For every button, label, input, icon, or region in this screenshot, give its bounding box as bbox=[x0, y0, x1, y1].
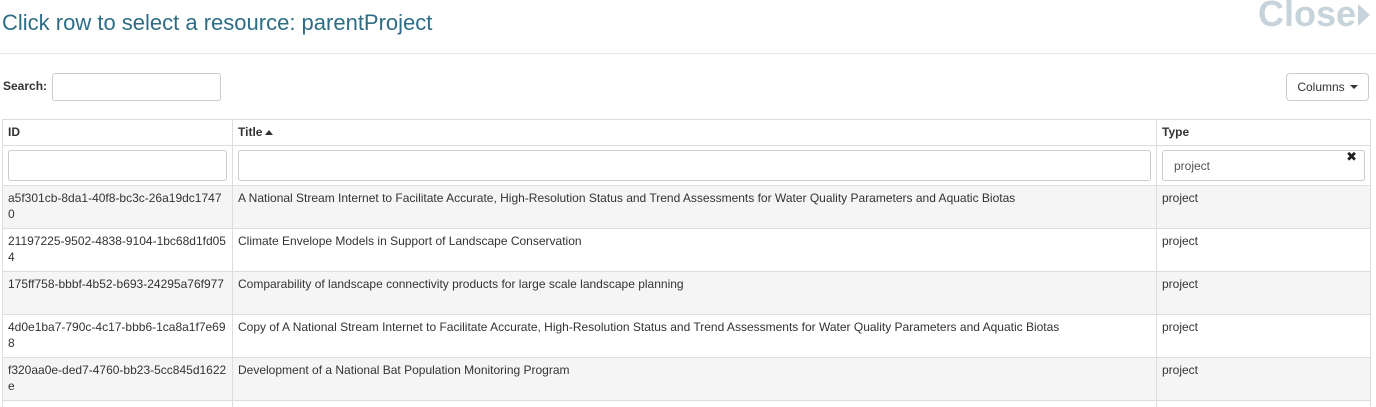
cell-id bbox=[2, 400, 233, 407]
cell-title: A National Stream Internet to Facilitate… bbox=[232, 185, 1157, 229]
cell-type bbox=[1156, 400, 1371, 407]
column-header-type[interactable]: Type bbox=[1156, 119, 1371, 146]
column-header-id-label: ID bbox=[8, 125, 20, 139]
column-header-type-label: Type bbox=[1162, 125, 1190, 139]
search-label: Search: bbox=[3, 79, 48, 93]
table-row[interactable]: f320aa0e-ded7-4760-bb23-5cc845d1622e Dev… bbox=[2, 357, 1371, 401]
resource-table: ID Title Type ✖ a5f301cb-8da1-40f8-bc3c-… bbox=[2, 119, 1371, 407]
cell-title bbox=[232, 400, 1157, 407]
header-divider bbox=[0, 53, 1376, 54]
sort-ascending-icon bbox=[265, 130, 274, 135]
filter-row: ✖ bbox=[2, 145, 1371, 186]
table-row[interactable]: 21197225-9502-4838-9104-1bc68d1fd054 Cli… bbox=[2, 228, 1371, 272]
cell-type: project bbox=[1156, 271, 1371, 315]
close-button-label: Close bbox=[1257, 0, 1356, 34]
cell-id: 175ff758-bbbf-4b52-b693-24295a76f977 bbox=[2, 271, 233, 315]
search-input[interactable] bbox=[52, 73, 221, 101]
chevron-right-icon bbox=[1358, 4, 1370, 26]
table-row-partial[interactable] bbox=[2, 400, 1371, 407]
cell-title: Climate Envelope Models in Support of La… bbox=[232, 228, 1157, 272]
column-header-title-label: Title bbox=[238, 125, 263, 139]
columns-button-label: Columns bbox=[1297, 80, 1345, 94]
cell-title: Development of a National Bat Population… bbox=[232, 357, 1157, 401]
caret-down-icon bbox=[1349, 85, 1358, 89]
column-header-id[interactable]: ID bbox=[2, 119, 233, 146]
filter-cell-title bbox=[232, 145, 1157, 186]
cell-title: Comparability of landscape connectivity … bbox=[232, 271, 1157, 315]
filter-input-id[interactable] bbox=[8, 150, 227, 181]
filter-cell-id bbox=[2, 145, 233, 186]
cell-id: a5f301cb-8da1-40f8-bc3c-26a19dc17470 bbox=[2, 185, 233, 229]
dialog-title: Click row to select a resource: parentPr… bbox=[2, 10, 433, 35]
cell-id: f320aa0e-ded7-4760-bb23-5cc845d1622e bbox=[2, 357, 233, 401]
header-row: ID Title Type bbox=[2, 119, 1371, 146]
table-row[interactable]: 4d0e1ba7-790c-4c17-bbb6-1ca8a1f7e698 Cop… bbox=[2, 314, 1371, 358]
resource-picker-dialog: Click row to select a resource: parentPr… bbox=[0, 0, 1376, 407]
filter-input-type[interactable] bbox=[1162, 150, 1365, 181]
cell-type: project bbox=[1156, 357, 1371, 401]
cell-title: Copy of A National Stream Internet to Fa… bbox=[232, 314, 1157, 358]
close-button[interactable]: Close bbox=[1258, 0, 1370, 34]
clear-filter-icon[interactable]: ✖ bbox=[1346, 150, 1357, 164]
cell-id: 4d0e1ba7-790c-4c17-bbb6-1ca8a1f7e698 bbox=[2, 314, 233, 358]
cell-type: project bbox=[1156, 185, 1371, 229]
filter-input-title[interactable] bbox=[238, 150, 1151, 181]
columns-button[interactable]: Columns bbox=[1286, 73, 1369, 101]
table-row[interactable]: a5f301cb-8da1-40f8-bc3c-26a19dc17470 A N… bbox=[2, 185, 1371, 229]
column-header-title[interactable]: Title bbox=[232, 119, 1157, 146]
cell-id: 21197225-9502-4838-9104-1bc68d1fd054 bbox=[2, 228, 233, 272]
cell-type: project bbox=[1156, 228, 1371, 272]
filter-cell-type: ✖ bbox=[1156, 145, 1371, 186]
table-row[interactable]: 175ff758-bbbf-4b52-b693-24295a76f977 Com… bbox=[2, 271, 1371, 315]
cell-type: project bbox=[1156, 314, 1371, 358]
